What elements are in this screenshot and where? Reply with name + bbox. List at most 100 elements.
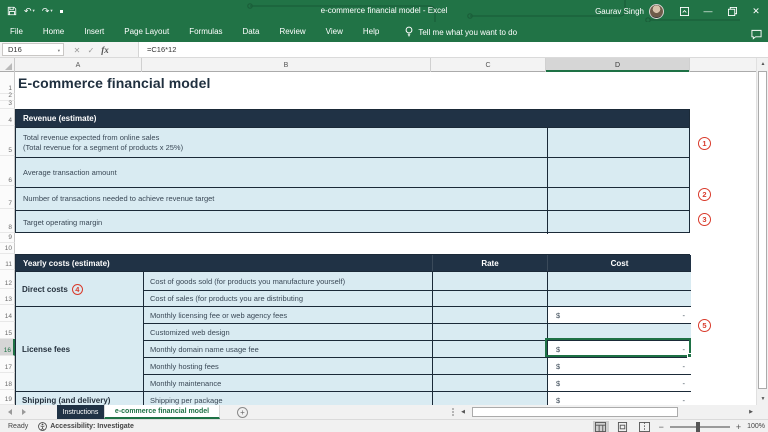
scroll-up-button[interactable]: ▲ — [757, 58, 768, 70]
sheet-title-cell[interactable]: E-commerce financial model — [18, 75, 210, 91]
page-break-preview-button[interactable] — [637, 421, 653, 432]
tab-scrollbar-splitter[interactable] — [452, 408, 454, 416]
zoom-in-button[interactable]: + — [736, 422, 741, 432]
row-header-8[interactable]: 8 — [0, 209, 15, 233]
worksheet-grid[interactable]: 1 2 3 4 5 6 7 8 9 10 11 12 13 14 15 16 17 18 19 E-commerce… — [0, 72, 756, 405]
group-cell-direct-costs[interactable]: Direct costs 4 — [16, 271, 143, 306]
tab-file[interactable]: File — [0, 22, 33, 42]
insert-function-button[interactable]: fx — [98, 45, 112, 55]
vertical-scrollbar-thumb[interactable] — [758, 71, 767, 389]
cell-B13[interactable]: Cost of sales (for products you are dist… — [143, 290, 432, 306]
cell-B18[interactable]: Monthly maintenance — [143, 374, 432, 391]
cell-D8[interactable] — [547, 211, 689, 234]
avatar[interactable] — [649, 3, 664, 19]
restore-button[interactable] — [720, 0, 744, 22]
tab-help[interactable]: Help — [353, 22, 389, 42]
normal-view-button[interactable] — [592, 420, 609, 432]
column-header-d[interactable]: D — [546, 58, 690, 72]
cell-D18[interactable]: $ - — [547, 374, 691, 391]
cell-D5[interactable] — [547, 128, 689, 157]
select-all-corner[interactable] — [0, 58, 15, 72]
row-header-9[interactable]: 9 — [0, 233, 15, 243]
cell-B14[interactable]: Monthly licensing fee or web agency fees — [143, 306, 432, 323]
row-header-1[interactable]: 1 — [0, 72, 15, 94]
cancel-formula-button[interactable]: ✕ — [70, 46, 84, 55]
tab-view[interactable]: View — [316, 22, 353, 42]
cell-D12[interactable] — [547, 271, 691, 290]
scroll-right-button[interactable]: ▶ — [746, 407, 756, 417]
row-header-14[interactable]: 14 — [0, 305, 15, 322]
cell-D17[interactable]: $ - — [547, 357, 691, 374]
table-row[interactable]: Target operating margin — [16, 210, 689, 234]
minimize-button[interactable]: — — [696, 0, 720, 22]
horizontal-scrollbar-thumb[interactable] — [472, 407, 678, 417]
revenue-section-header[interactable]: Revenue (estimate) — [16, 110, 689, 127]
sheet-tab-ecommerce-financial-model[interactable]: e-commerce financial model — [104, 405, 220, 419]
cell-C13[interactable] — [432, 290, 547, 306]
group-cell-shipping[interactable]: Shipping (and delivery) — [16, 391, 143, 405]
cell-D19[interactable]: $ - — [547, 391, 691, 405]
cell-B15[interactable]: Customized web design — [143, 323, 432, 340]
cell-C18[interactable] — [432, 374, 547, 391]
sheet-nav-right-icon[interactable] — [22, 409, 26, 415]
zoom-level[interactable]: 100% — [747, 423, 765, 430]
tab-insert[interactable]: Insert — [74, 22, 114, 42]
cell-C15[interactable] — [432, 323, 547, 340]
cell-B12[interactable]: Cost of goods sold (for products you man… — [143, 271, 432, 290]
ribbon-display-options-button[interactable] — [672, 0, 696, 22]
tab-home[interactable]: Home — [33, 22, 74, 42]
tab-formulas[interactable]: Formulas — [179, 22, 232, 42]
cell-C16[interactable] — [432, 340, 547, 357]
row-header-12[interactable]: 12 — [0, 270, 15, 289]
row-header-18[interactable]: 18 — [0, 373, 15, 390]
zoom-slider[interactable] — [669, 421, 730, 432]
tell-me-box[interactable]: Tell me what you want to do — [405, 26, 517, 38]
row-header-19[interactable]: 19 — [0, 390, 15, 405]
cell-D6[interactable] — [547, 158, 689, 187]
cell-D14[interactable]: $ - — [547, 306, 691, 323]
row-header-5[interactable]: 5 — [0, 126, 15, 156]
zoom-slider-thumb[interactable] — [695, 421, 700, 432]
table-row[interactable]: Number of transactions needed to achieve… — [16, 187, 689, 210]
row-header-13[interactable]: 13 — [0, 289, 15, 305]
row-header-11[interactable]: 11 — [0, 254, 15, 270]
row-header-10[interactable]: 10 — [0, 243, 15, 254]
table-row[interactable]: Average transaction amount — [16, 157, 689, 187]
name-box[interactable]: D16 ▾ — [2, 43, 64, 56]
horizontal-scrollbar[interactable] — [470, 407, 744, 417]
cell-B19[interactable]: Shipping per package — [143, 391, 432, 405]
group-cell-license-fees[interactable]: License fees — [16, 306, 143, 391]
cell-C14[interactable] — [432, 306, 547, 323]
undo-button[interactable]: ↶ ▾ — [21, 0, 38, 22]
cell-B17[interactable]: Monthly hosting fees — [143, 357, 432, 374]
cell-C12[interactable] — [432, 271, 547, 290]
row-header-16[interactable]: 16 — [0, 339, 15, 356]
row-header-3[interactable]: 3 — [0, 100, 15, 109]
column-header-c[interactable]: C — [431, 58, 546, 72]
cost-column-header[interactable]: Cost — [547, 255, 691, 271]
cell-D13[interactable] — [547, 290, 691, 306]
page-layout-view-button[interactable] — [615, 421, 631, 432]
redo-button[interactable]: ↷ ▾ — [39, 0, 56, 22]
tab-review[interactable]: Review — [269, 22, 315, 42]
formula-input[interactable]: =C16*12 — [138, 42, 768, 57]
table-row[interactable]: Total revenue expected from online sales… — [16, 127, 689, 157]
cell-B16[interactable]: Monthly domain name usage fee — [143, 340, 432, 357]
column-header-a[interactable]: A — [15, 58, 142, 72]
row-header-6[interactable]: 6 — [0, 156, 15, 186]
scroll-down-button[interactable]: ▼ — [757, 393, 768, 405]
cell-C19[interactable] — [432, 391, 547, 405]
row-header-4[interactable]: 4 — [0, 109, 15, 126]
row-header-7[interactable]: 7 — [0, 186, 15, 209]
sheet-nav-left-icon[interactable] — [8, 409, 12, 415]
zoom-out-button[interactable]: − — [659, 422, 664, 432]
vertical-scrollbar[interactable]: ▲ ▼ — [756, 58, 768, 405]
enter-formula-button[interactable]: ✓ — [84, 46, 98, 55]
customize-qat-button[interactable] — [57, 0, 66, 22]
account-menu[interactable]: Gaurav Singh — [587, 3, 672, 19]
tab-page-layout[interactable]: Page Layout — [114, 22, 179, 42]
cell-D15[interactable] — [547, 323, 691, 340]
row-header-15[interactable]: 15 — [0, 322, 15, 339]
save-button[interactable] — [4, 0, 20, 22]
new-sheet-button[interactable]: + — [237, 407, 248, 418]
